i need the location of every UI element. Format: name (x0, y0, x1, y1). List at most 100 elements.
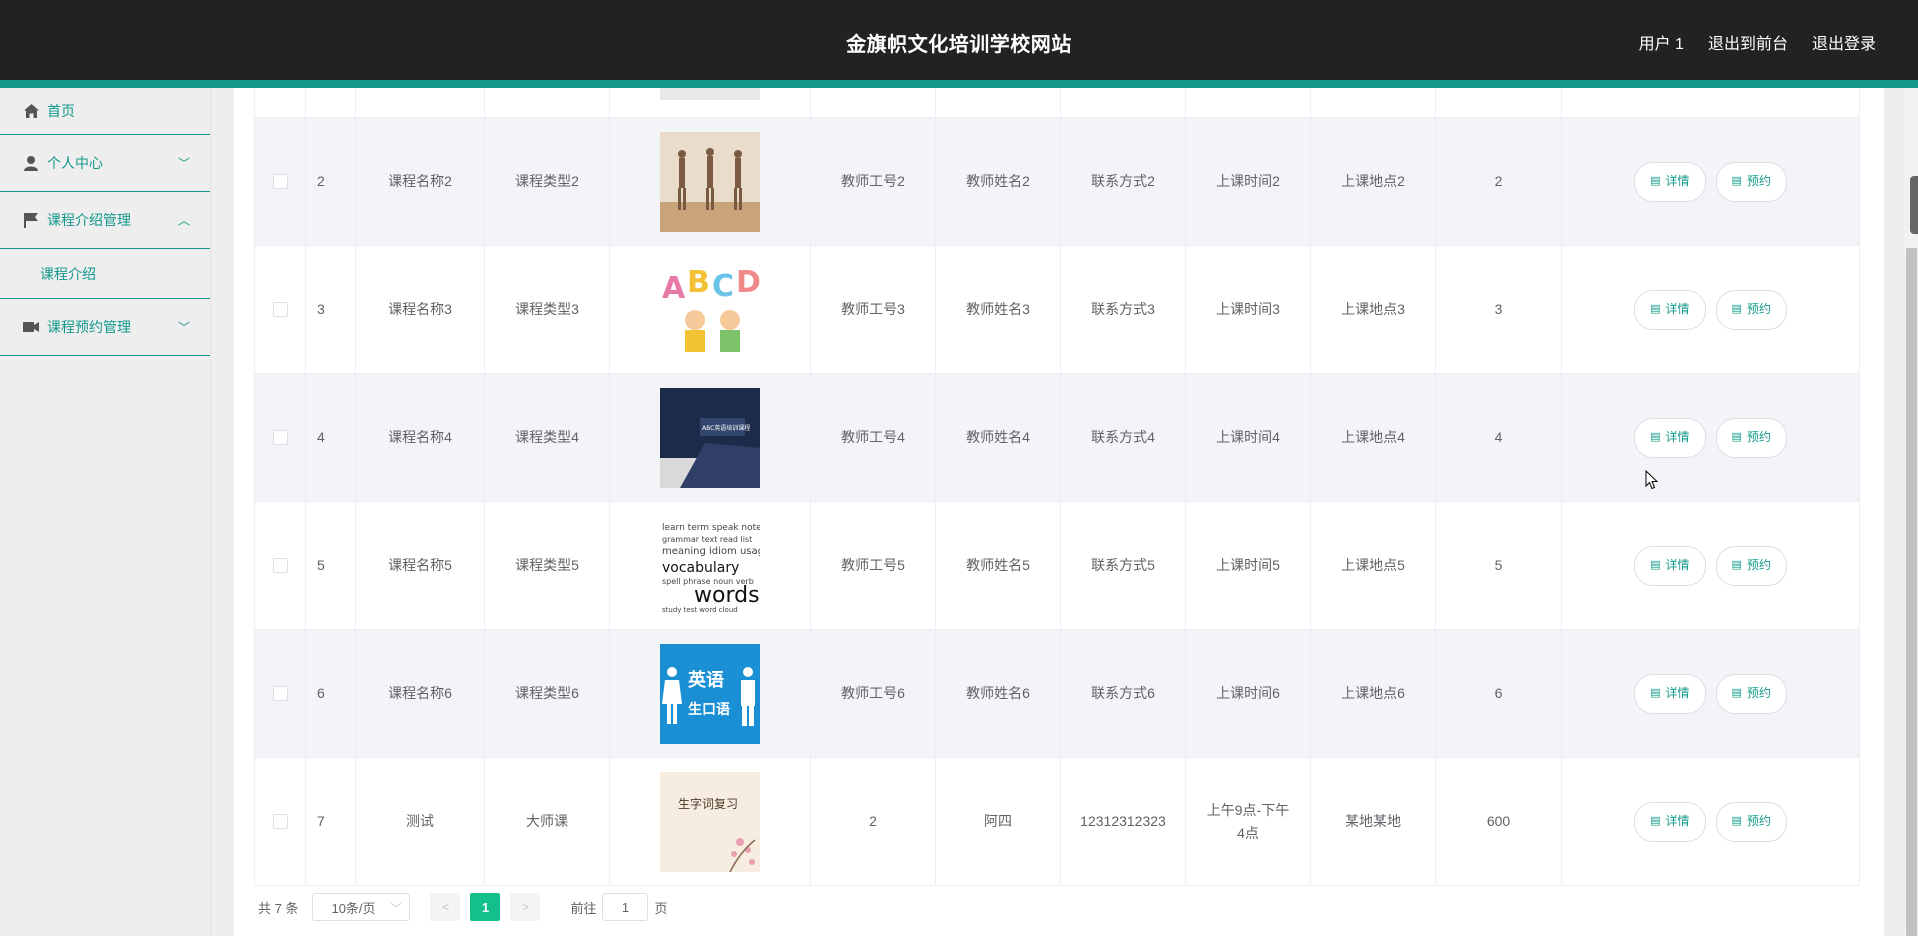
teacher-id: 教师工号5 (841, 557, 905, 574)
course-type: 课程类型4 (515, 429, 579, 446)
book-button[interactable]: ▤ 预约 (1715, 801, 1787, 842)
exit-to-front-link[interactable]: 退出到前台 (1708, 30, 1788, 54)
table-cell: 上课时间4 (1186, 374, 1311, 501)
contact: 联系方式2 (1091, 173, 1155, 190)
sidebar-item-personal-center[interactable]: 个人中心 ﹀ (0, 135, 210, 192)
chevron-down-icon: ﹀ (177, 320, 190, 335)
table-row: 2 课程名称2 课程类型2 教师工号2 教师姓名2 联系方式2 上课时间2 上课地点2 2 ▤ 详情… (255, 118, 1859, 246)
pagination: 共 7 条 10条/页 ﹀ < 1 > 前往 1 页 (258, 893, 668, 921)
count: 5 (1494, 557, 1503, 574)
table-cell: 课程名称6 (356, 630, 485, 757)
sidebar-item-course-intro-management[interactable]: 课程介绍管理 ︿ (0, 192, 210, 249)
user-link[interactable]: 用户 1 (1639, 30, 1684, 54)
home-icon (22, 102, 40, 120)
sidebar-item-course-booking-management[interactable]: 课程预约管理 ﹀ (0, 299, 210, 356)
book-button-label: 预约 (1746, 557, 1771, 572)
row-index: 4 (317, 429, 325, 446)
class-time: 上课时间2 (1216, 173, 1280, 190)
table-cell: 上课地点4 (1311, 374, 1436, 501)
book-button[interactable]: ▤ 预约 (1715, 161, 1787, 202)
row-checkbox[interactable] (273, 430, 288, 445)
class-time: 上课时间3 (1216, 301, 1280, 318)
scrollbar-thumb[interactable] (1906, 248, 1917, 936)
svg-text:vocabulary: vocabulary (662, 560, 739, 576)
course-type: 课程类型5 (515, 557, 579, 574)
sidebar-item-label: 个人中心 (47, 155, 103, 171)
table-cell: 某地某地 (1311, 758, 1436, 885)
book-button[interactable]: ▤ 预约 (1715, 417, 1787, 458)
row-checkbox[interactable] (273, 174, 288, 189)
detail-button[interactable]: ▤ 详情 (1634, 801, 1706, 842)
table-cell: 600 (1436, 758, 1562, 885)
table-cell: 课程类型3 (485, 246, 610, 373)
document-icon: ▤ (1731, 302, 1742, 315)
next-page-button[interactable]: > (510, 893, 541, 921)
svg-text:生口语: 生口语 (688, 701, 730, 718)
table-cell: 测试 (356, 758, 485, 885)
goto-label: 前往 (570, 900, 597, 916)
table-cell: 4 (306, 374, 356, 501)
table-cell: 6 (1436, 630, 1562, 757)
detail-button[interactable]: ▤ 详情 (1634, 289, 1706, 330)
detail-button[interactable]: ▤ 详情 (1634, 673, 1706, 714)
svg-text:A: A (662, 271, 686, 306)
prev-page-button[interactable]: < (430, 893, 461, 921)
table-cell: 课程类型2 (485, 118, 610, 245)
side-handle[interactable] (1910, 176, 1918, 234)
table-cell: 联系方式4 (1061, 374, 1186, 501)
course-image (660, 131, 760, 232)
table-cell (1186, 88, 1311, 117)
flag-icon (22, 211, 40, 229)
chevron-down-icon: ﹀ (177, 156, 190, 171)
course-name: 课程名称5 (388, 557, 452, 574)
table-cell: ▤ 详情 ▤ 预约 (1562, 246, 1859, 373)
page-size-select[interactable]: 10条/页 ﹀ (312, 893, 411, 921)
detail-button[interactable]: ▤ 详情 (1634, 417, 1706, 458)
detail-button-label: 详情 (1665, 685, 1690, 700)
detail-button[interactable]: ▤ 详情 (1634, 545, 1706, 586)
course-table: 2 课程名称2 课程类型2 教师工号2 教师姓名2 联系方式2 上课时间2 上课地点2 2 ▤ 详情… (254, 88, 1860, 886)
sidebar-item-home[interactable]: 首页 (0, 88, 210, 135)
row-checkbox[interactable] (273, 302, 288, 317)
chevron-down-icon: ﹀ (390, 903, 402, 915)
table-cell (1436, 88, 1562, 117)
row-checkbox[interactable] (273, 558, 288, 573)
class-place: 上课地点2 (1341, 173, 1405, 190)
header-accent-line (0, 80, 1918, 88)
table-cell: 3 (1436, 246, 1562, 373)
sidebar-subitem-course-intro[interactable]: 课程介绍 (0, 249, 210, 299)
document-icon: ▤ (1650, 814, 1661, 827)
book-button[interactable]: ▤ 预约 (1715, 289, 1787, 330)
course-name: 课程名称4 (388, 429, 452, 446)
row-checkbox[interactable] (273, 814, 288, 829)
table-cell: 2 (811, 758, 936, 885)
class-place: 上课地点6 (1341, 685, 1405, 702)
goto-page-input[interactable]: 1 (602, 893, 649, 921)
table-cell: 教师工号4 (811, 374, 936, 501)
table-cell: ABC英语培训课程 (610, 374, 811, 501)
table-cell (255, 758, 306, 885)
logout-link[interactable]: 退出登录 (1812, 30, 1876, 54)
table-cell: ▤ 详情 ▤ 预约 (1562, 118, 1859, 245)
row-checkbox[interactable] (273, 686, 288, 701)
row-index: 3 (317, 301, 325, 318)
table-cell (811, 88, 936, 117)
table-cell: 2 (1436, 118, 1562, 245)
page-number-active[interactable]: 1 (470, 893, 501, 921)
document-icon: ▤ (1650, 430, 1661, 443)
table-cell: 上课地点3 (1311, 246, 1436, 373)
course-name: 课程名称3 (388, 301, 452, 318)
svg-text:ABC英语培训课程: ABC英语培训课程 (702, 424, 750, 432)
detail-button[interactable]: ▤ 详情 (1634, 161, 1706, 202)
table-cell (936, 88, 1061, 117)
svg-text:study test word cloud: study test word cloud (662, 606, 738, 614)
table-cell: 上课地点5 (1311, 502, 1436, 629)
table-cell: 教师姓名5 (936, 502, 1061, 629)
course-type: 课程类型3 (515, 301, 579, 318)
book-button[interactable]: ▤ 预约 (1715, 673, 1787, 714)
book-button[interactable]: ▤ 预约 (1715, 545, 1787, 586)
document-icon: ▤ (1650, 686, 1661, 699)
teacher-id: 教师工号2 (841, 173, 905, 190)
teacher-id: 2 (869, 813, 877, 830)
count: 3 (1494, 301, 1503, 318)
